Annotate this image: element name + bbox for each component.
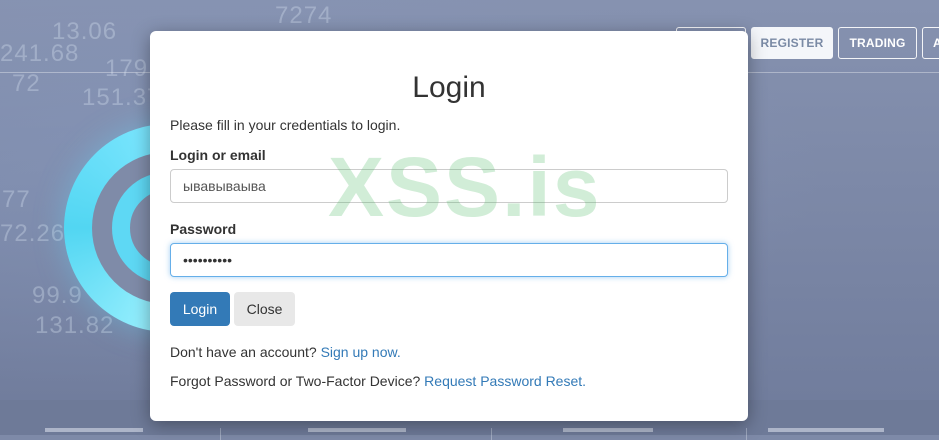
stat-label <box>308 428 406 432</box>
stat-divider <box>746 428 747 440</box>
stat-label <box>768 428 884 432</box>
signup-line: Don't have an account? Sign up now. <box>170 344 401 360</box>
nav-button-trading[interactable]: TRADING <box>838 27 917 59</box>
modal-intro: Please fill in your credentials to login… <box>170 117 401 133</box>
forgot-line: Forgot Password or Two-Factor Device? Re… <box>170 373 586 389</box>
bg-number: 179 <box>105 55 149 82</box>
signup-link[interactable]: Sign up now. <box>321 344 401 360</box>
stat-divider <box>220 428 221 440</box>
login-modal: Login Please fill in your credentials to… <box>150 31 748 421</box>
login-input[interactable]: ывавываыва <box>170 169 728 203</box>
stat-label <box>563 428 653 432</box>
password-input[interactable]: •••••••••• <box>170 243 728 277</box>
bg-number: 72 <box>12 70 41 97</box>
bg-number: 7274 <box>275 2 333 29</box>
login-button[interactable]: Login <box>170 292 230 326</box>
forgot-prefix: Forgot Password or Two-Factor Device? <box>170 373 421 389</box>
bg-number: 131.82 <box>35 312 115 339</box>
nav-button-register[interactable]: REGISTER <box>751 27 833 59</box>
password-field-label: Password <box>170 221 237 237</box>
bg-number: 99.9 <box>32 282 83 309</box>
bg-number: 77 <box>2 186 31 213</box>
stat-label <box>45 428 143 432</box>
signup-prefix: Don't have an account? <box>170 344 317 360</box>
bg-number: 241.68 <box>0 40 80 67</box>
password-reset-link[interactable]: Request Password Reset. <box>424 373 586 389</box>
stat-divider <box>491 428 492 440</box>
bg-number: 72.26 <box>0 220 66 247</box>
modal-title: Login <box>412 71 486 104</box>
close-button[interactable]: Close <box>234 292 295 326</box>
login-field-label: Login or email <box>170 147 266 163</box>
nav-button-more[interactable]: A <box>922 27 939 59</box>
